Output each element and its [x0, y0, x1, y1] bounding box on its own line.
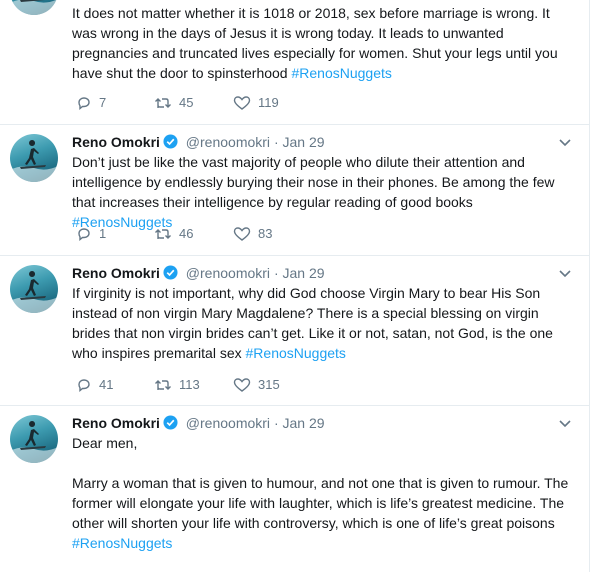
tweet-actions: 7 45 119: [72, 93, 372, 113]
tweet-date[interactable]: Jan 29: [283, 265, 325, 281]
reply-count: 1: [99, 226, 107, 241]
tweet-actions: 41 113 315: [72, 375, 372, 395]
author-name[interactable]: Reno Omokri: [72, 415, 160, 431]
like-button[interactable]: 83: [233, 224, 272, 244]
reply-button[interactable]: 41: [76, 375, 113, 395]
surfer-silhouette-icon: [10, 271, 58, 313]
retweet-count: 113: [179, 377, 200, 392]
author-handle[interactable]: @renoomokri: [186, 265, 270, 281]
tweet-actions: 1 46 83: [72, 224, 372, 244]
tweet-date[interactable]: Jan 29: [283, 134, 325, 150]
avatar[interactable]: [10, 134, 58, 182]
author-name[interactable]: Reno Omokri: [72, 265, 160, 281]
surfer-silhouette-icon: [10, 140, 58, 182]
heart-icon: [233, 96, 251, 110]
retweet-icon: [155, 229, 171, 239]
like-button[interactable]: 119: [233, 93, 279, 113]
like-count: 315: [258, 377, 280, 392]
reply-icon: [78, 379, 90, 392]
reply-count: 41: [99, 377, 114, 392]
tweet-date[interactable]: Jan 29: [283, 415, 325, 431]
heart-icon: [233, 378, 251, 392]
tweet-header: Reno Omokri @renoomokri · Jan 29: [72, 413, 575, 433]
hashtag-link[interactable]: #RenosNuggets: [72, 535, 172, 551]
tweet-timeline: It does not matter whether it is 1018 or…: [0, 0, 590, 572]
hashtag-link[interactable]: #RenosNuggets: [291, 65, 391, 81]
heart-icon: [233, 227, 251, 241]
reply-button[interactable]: 1: [76, 224, 106, 244]
surfer-silhouette-icon: [10, 0, 58, 15]
author-name[interactable]: Reno Omokri: [72, 134, 160, 150]
avatar[interactable]: [10, 265, 58, 313]
chevron-down-icon[interactable]: [555, 132, 575, 152]
reply-button[interactable]: 7: [76, 93, 106, 113]
avatar[interactable]: [10, 415, 58, 463]
retweet-count: 45: [179, 95, 194, 110]
retweet-count: 46: [179, 226, 194, 241]
tweet-text: It does not matter whether it is 1018 or…: [72, 5, 562, 81]
retweet-icon: [155, 98, 171, 108]
author-handle[interactable]: @renoomokri: [186, 134, 270, 150]
verified-badge-icon: [163, 415, 178, 435]
separator-dot: ·: [273, 134, 279, 150]
hashtag-link[interactable]: #RenosNuggets: [246, 345, 346, 361]
like-count: 83: [258, 226, 273, 241]
tweet-header: Reno Omokri @renoomokri · Jan 29: [72, 263, 575, 283]
retweet-icon: [155, 380, 171, 390]
tweet[interactable]: Reno Omokri @renoomokri · Jan 29 Dear me…: [0, 405, 589, 575]
avatar[interactable]: [10, 0, 58, 15]
chevron-down-icon[interactable]: [555, 413, 575, 433]
tweet[interactable]: Reno Omokri @renoomokri · Jan 29 Don’t j…: [0, 124, 589, 256]
reply-count: 7: [99, 95, 107, 110]
tweet-text: If virginity is not important, why did G…: [72, 285, 557, 361]
tweet-text: Dear men, Marry a woman that is given to…: [72, 435, 569, 551]
tweet[interactable]: It does not matter whether it is 1018 or…: [0, 0, 589, 125]
retweet-button[interactable]: 45: [154, 93, 193, 113]
reply-icon: [78, 228, 90, 241]
surfer-silhouette-icon: [10, 421, 58, 463]
separator-dot: ·: [273, 415, 279, 431]
chevron-down-icon[interactable]: [555, 263, 575, 283]
author-handle[interactable]: @renoomokri: [186, 415, 270, 431]
retweet-button[interactable]: 113: [154, 375, 200, 395]
tweet-text: Don’t just be like the vast majority of …: [72, 154, 559, 230]
reply-icon: [78, 97, 90, 110]
retweet-button[interactable]: 46: [154, 224, 193, 244]
verified-badge-icon: [163, 134, 178, 154]
tweet-header: Reno Omokri @renoomokri · Jan 29: [72, 132, 575, 152]
like-count: 119: [258, 95, 279, 110]
separator-dot: ·: [273, 265, 279, 281]
verified-badge-icon: [163, 265, 178, 285]
tweet[interactable]: Reno Omokri @renoomokri · Jan 29 If virg…: [0, 255, 589, 406]
like-button[interactable]: 315: [233, 375, 280, 395]
